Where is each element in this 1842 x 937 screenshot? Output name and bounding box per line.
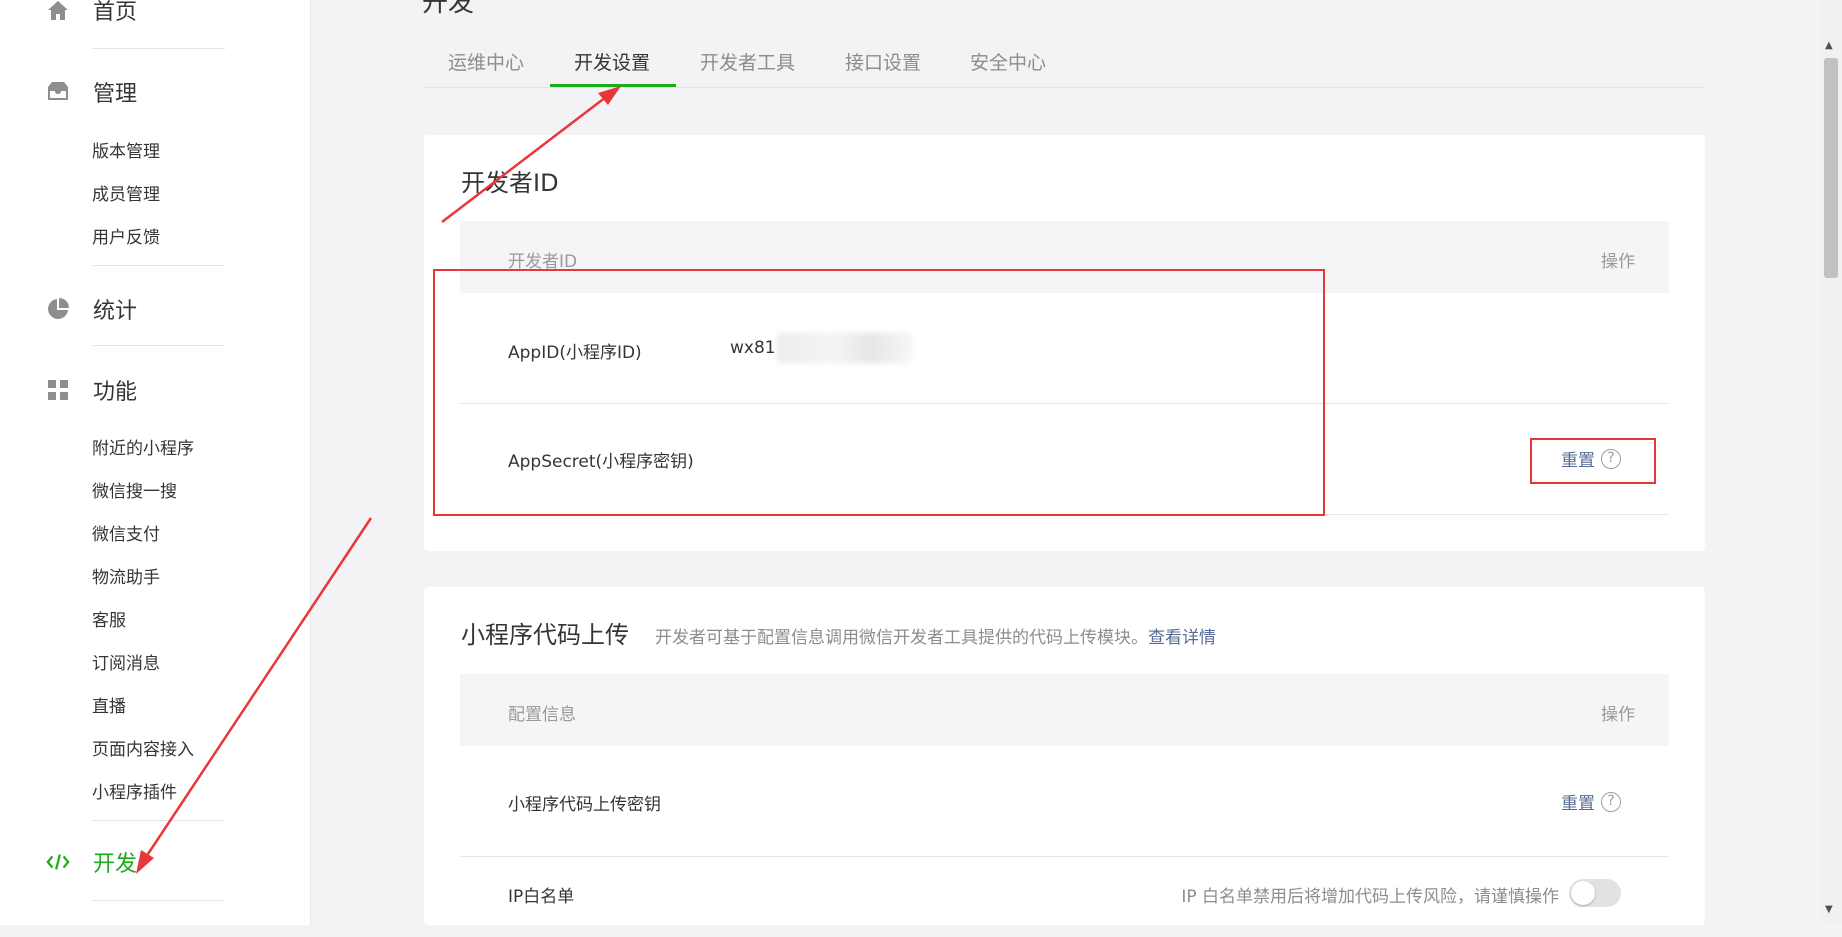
inbox-icon — [45, 79, 71, 105]
table-header: 配置信息 操作 — [460, 674, 1669, 746]
divider — [92, 265, 225, 266]
divider — [92, 48, 225, 49]
description-text: 开发者可基于配置信息调用微信开发者工具提供的代码上传模块。 — [655, 628, 1148, 648]
table-row: 小程序代码上传密钥 重置 ? — [460, 746, 1669, 857]
table-header: 开发者ID 操作 — [460, 221, 1669, 293]
ip-whitelist-toggle[interactable] — [1569, 879, 1621, 907]
sidebar-item-version[interactable]: 版本管理 — [92, 137, 160, 162]
sidebar-item-label: 功能 — [93, 380, 138, 405]
scroll-down-icon[interactable]: ▼ — [1825, 904, 1833, 915]
tab-dev-tools[interactable]: 开发者工具 — [700, 48, 795, 86]
tab-bar: 运维中心 开发设置 开发者工具 接口设置 安全中心 — [424, 44, 1705, 88]
scrollbar-thumb[interactable] — [1824, 58, 1838, 278]
sidebar-item-manage[interactable]: 管理 — [45, 76, 137, 108]
divider — [92, 820, 225, 821]
sidebar-item-nearby[interactable]: 附近的小程序 — [92, 434, 194, 459]
sidebar-item-logistics[interactable]: 物流助手 — [92, 563, 160, 588]
table-row: AppID(小程序ID) wx81 — [460, 293, 1669, 404]
sidebar-item-pay[interactable]: 微信支付 — [92, 520, 160, 545]
active-tab-indicator — [550, 84, 676, 87]
grid-icon — [45, 377, 71, 403]
reset-secret-button[interactable]: 重置 ? — [1561, 446, 1621, 471]
developer-id-card: 开发者ID 开发者ID 操作 AppID(小程序ID) wx81 AppSecr… — [424, 135, 1705, 551]
pie-chart-icon — [45, 296, 71, 322]
toggle-knob — [1571, 881, 1595, 905]
sidebar-item-page-content[interactable]: 页面内容接入 — [92, 735, 194, 760]
help-icon[interactable]: ? — [1601, 791, 1621, 812]
column-header: 操作 — [1601, 705, 1635, 725]
redacted-value — [777, 333, 913, 363]
sidebar-item-members[interactable]: 成员管理 — [92, 180, 160, 205]
page-title: 开发 — [422, 0, 475, 18]
sidebar-item-label: 统计 — [93, 299, 138, 324]
divider — [92, 900, 225, 901]
home-icon — [45, 0, 71, 23]
card-title: 小程序代码上传 — [461, 621, 629, 649]
sidebar-item-develop[interactable]: 开发 — [45, 846, 137, 878]
sidebar-item-feedback[interactable]: 用户反馈 — [92, 223, 160, 248]
view-details-link[interactable]: 查看详情 — [1148, 628, 1216, 648]
help-icon[interactable]: ? — [1601, 448, 1621, 469]
card-title: 开发者ID — [461, 169, 559, 197]
upload-key-label: 小程序代码上传密钥 — [508, 795, 661, 815]
tab-dev-settings[interactable]: 开发设置 — [574, 48, 650, 86]
sidebar-item-label: 首页 — [93, 0, 138, 25]
tab-api-settings[interactable]: 接口设置 — [845, 48, 921, 86]
ip-whitelist-label: IP白名单 — [508, 887, 575, 907]
sidebar-item-subscribe[interactable]: 订阅消息 — [92, 649, 160, 674]
column-header: 配置信息 — [508, 705, 576, 725]
sidebar-item-search[interactable]: 微信搜一搜 — [92, 477, 177, 502]
appid-label: AppID(小程序ID) — [508, 343, 642, 363]
sidebar-item-home[interactable]: 首页 — [45, 0, 137, 26]
table-row: AppSecret(小程序密钥) 重置 ? — [460, 404, 1669, 515]
sidebar-item-plugin[interactable]: 小程序插件 — [92, 778, 177, 803]
appsecret-label: AppSecret(小程序密钥) — [508, 452, 694, 472]
column-header: 开发者ID — [508, 252, 578, 272]
sidebar-item-label: 管理 — [93, 82, 138, 107]
reset-label: 重置 — [1561, 451, 1595, 471]
sidebar-item-service[interactable]: 客服 — [92, 606, 126, 631]
ip-whitelist-hint: IP 白名单禁用后将增加代码上传风险，请谨慎操作 — [1181, 887, 1559, 907]
sidebar: 首页 管理 版本管理 成员管理 用户反馈 统计 功能 附近的小程序 微信搜一搜 … — [0, 0, 311, 925]
code-icon — [45, 849, 71, 875]
divider — [92, 345, 225, 346]
tab-security[interactable]: 安全中心 — [970, 48, 1046, 86]
appid-value: wx81 — [730, 338, 776, 358]
column-header: 操作 — [1601, 252, 1635, 272]
upload-description: 开发者可基于配置信息调用微信开发者工具提供的代码上传模块。查看详情 — [655, 623, 1216, 648]
code-upload-card: 小程序代码上传 开发者可基于配置信息调用微信开发者工具提供的代码上传模块。查看详… — [424, 587, 1705, 925]
scroll-up-icon[interactable]: ▲ — [1825, 40, 1833, 51]
sidebar-item-label: 开发 — [93, 852, 138, 877]
tab-ops[interactable]: 运维中心 — [448, 48, 524, 86]
sidebar-item-stats[interactable]: 统计 — [45, 293, 137, 325]
sidebar-item-features[interactable]: 功能 — [45, 374, 137, 406]
reset-label: 重置 — [1561, 794, 1595, 814]
scrollbar[interactable]: ▲ ▼ — [1820, 0, 1842, 925]
table-row: IP白名单 IP 白名单禁用后将增加代码上传风险，请谨慎操作 — [460, 857, 1669, 937]
sidebar-item-live[interactable]: 直播 — [92, 692, 126, 717]
reset-upload-key-button[interactable]: 重置 ? — [1561, 789, 1621, 814]
arrow-head — [598, 86, 621, 105]
